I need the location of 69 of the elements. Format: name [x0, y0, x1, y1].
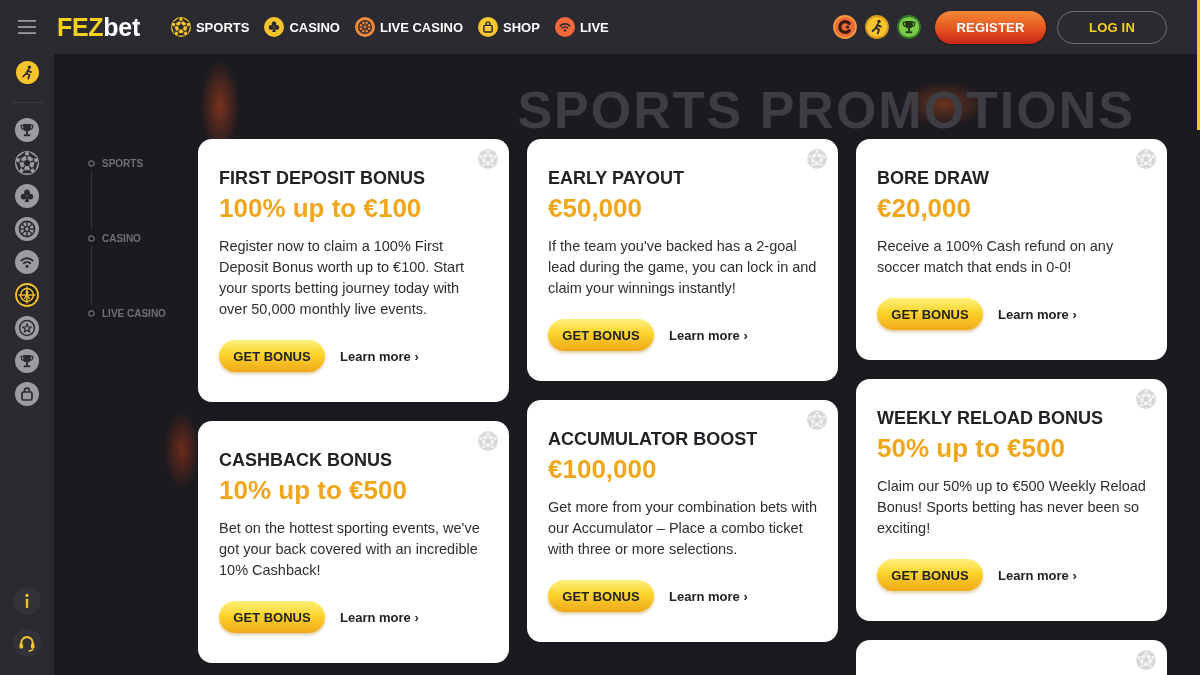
get-bonus-button[interactable]: GET BONUS [548, 319, 654, 351]
promo-text: Claim our 50% up to €500 Weekly Reload Bonus! Sports betting has never been so exciting! [877, 477, 1147, 538]
star-icon[interactable] [15, 316, 39, 340]
learn-more-link[interactable]: Learn more › [998, 306, 1077, 322]
dot-icon [88, 234, 95, 242]
info-icon[interactable] [13, 587, 41, 615]
soccer-ball-icon [478, 149, 498, 169]
promo-text: If the team you've backed has a 2-goal lead during the game, you can lock in and claim your winnings instantly! [548, 237, 818, 298]
promo-title: EARLY PAYOUT [548, 167, 686, 189]
roulette-icon [354, 17, 375, 37]
athlete-icon[interactable] [15, 61, 39, 84]
promo-amount: €100,000 [548, 453, 658, 485]
promo-amount: 100% up to €100 [219, 192, 423, 224]
athlete-icon[interactable] [865, 15, 889, 39]
headset-icon[interactable] [13, 629, 41, 657]
roulette-icon[interactable] [15, 217, 39, 241]
promo-title: ACCUMULATOR BOOST [548, 428, 759, 450]
soccer-ball-icon [1136, 149, 1156, 169]
soccer-ball-icon [1136, 650, 1156, 670]
promo-title: CASHBACK BONUS [219, 449, 393, 471]
promo-amount: 50% up to €500 [877, 432, 1066, 464]
get-bonus-button[interactable]: GET BONUS [548, 580, 654, 612]
nav-link[interactable]: LIVE CASINO [354, 17, 464, 37]
promo-text: Register now to claim a 100% First Deposit Bonus worth up to €100. Start your sports betting journey today with over 50,000 monthly live events. [219, 237, 466, 319]
scrollbar-thumb[interactable] [1197, 0, 1200, 130]
club-icon[interactable] [15, 184, 39, 208]
promo-amount: 10% up to €500 [219, 474, 408, 506]
bag-icon [478, 17, 499, 37]
get-bonus-button[interactable]: GET BONUS [877, 559, 983, 591]
logo[interactable]: FEZbet [57, 12, 140, 42]
learn-more-link[interactable]: Learn more › [669, 588, 748, 604]
nav-link[interactable]: CASINO [264, 17, 340, 37]
promo-title: WEEKLY RELOAD BONUS [877, 407, 1105, 429]
learn-more-link[interactable]: Learn more › [340, 348, 419, 364]
soccer-ball-icon[interactable] [15, 151, 39, 175]
wifi-icon[interactable] [15, 250, 39, 274]
soccer-ball-icon [1136, 389, 1156, 409]
soccer-ball-icon [807, 149, 827, 169]
dot-icon [88, 309, 95, 317]
soccer-ball-icon [170, 17, 191, 37]
club-icon [264, 17, 285, 37]
get-bonus-button[interactable]: GET BONUS [219, 340, 325, 372]
get-bonus-button[interactable]: GET BONUS [219, 601, 325, 633]
promo-title: BORE DRAW [877, 167, 990, 189]
promo-text: Receive a 100% Cash refund on any soccer match that ends in 0-0! [877, 237, 1115, 277]
menu-icon[interactable] [18, 20, 36, 34]
swirl-icon[interactable] [833, 15, 857, 39]
promo-text: Get more from your combination bets with our Accumulator – Place a combo ticket with three or more selections. [548, 498, 818, 559]
promo-amount: €50,000 [548, 192, 643, 224]
trophy-icon[interactable] [15, 118, 39, 142]
trophy-icon[interactable] [897, 15, 921, 39]
get-bonus-button[interactable]: GET BONUS [877, 298, 983, 330]
learn-more-link[interactable]: Learn more › [340, 609, 419, 625]
trophy-icon[interactable] [15, 349, 39, 373]
soccer-ball-icon [807, 410, 827, 430]
crosshair-icon[interactable] [15, 283, 39, 307]
nav-link[interactable]: LIVE [554, 17, 609, 37]
register-button[interactable]: REGISTER [935, 10, 1046, 44]
nav-link[interactable]: SHOP [478, 17, 540, 37]
nav-link[interactable]: SPORTS [170, 17, 250, 37]
promo-amount: €20,000 [877, 192, 972, 224]
bag-icon[interactable] [15, 382, 39, 406]
dot-icon [88, 159, 95, 167]
learn-more-link[interactable]: Learn more › [669, 327, 748, 343]
soccer-ball-icon [478, 431, 498, 451]
promo-text: Bet on the hottest sporting events, we've got your back covered with an incredible 10% Cashback! [219, 519, 481, 580]
promo-title: FIRST DEPOSIT BONUS [219, 167, 426, 189]
wifi-icon [554, 17, 575, 37]
learn-more-link[interactable]: Learn more › [998, 567, 1077, 583]
